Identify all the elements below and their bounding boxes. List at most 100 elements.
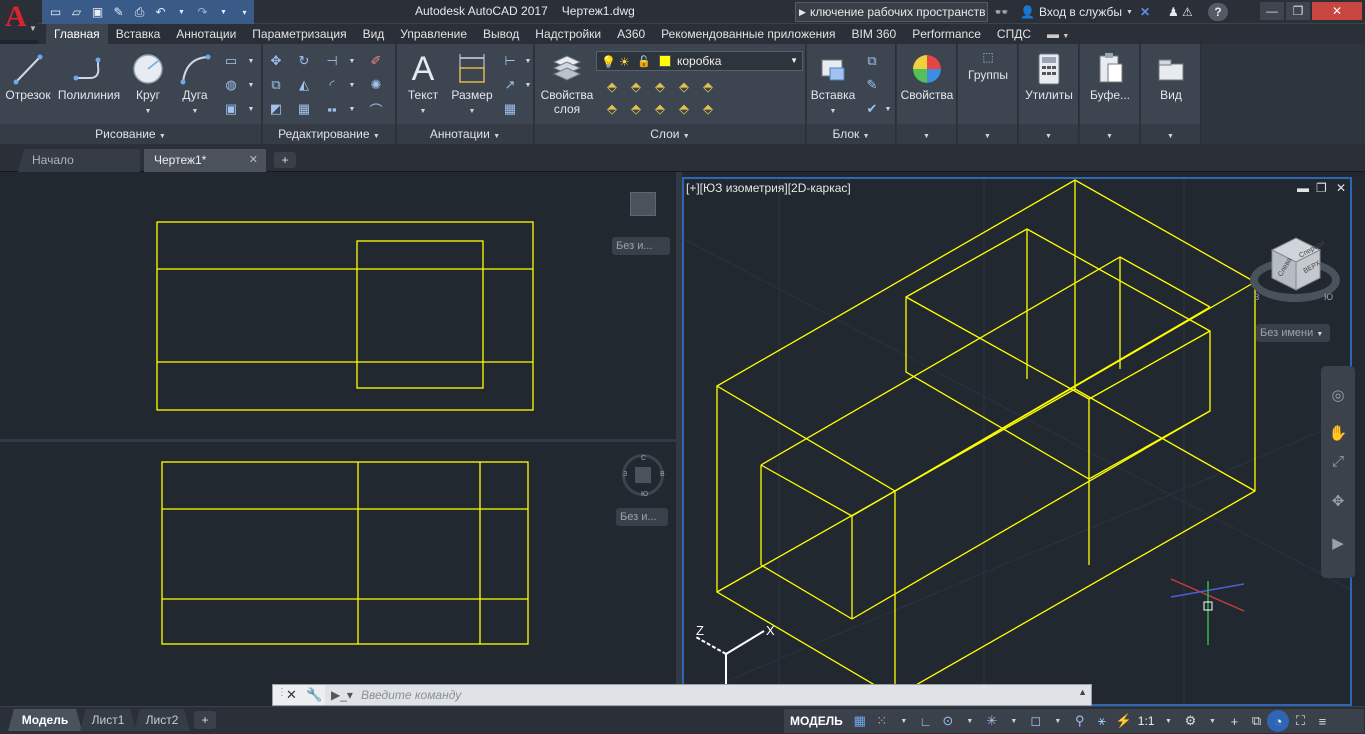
viewport-bottom-left[interactable]: С З В Ю Без и...	[0, 442, 676, 706]
close-button[interactable]: ✕	[1312, 2, 1362, 20]
chevron-down-icon[interactable]: ▼	[343, 100, 361, 118]
model-space-button[interactable]: МОДЕЛЬ	[784, 714, 849, 728]
scale-icon[interactable]: ▦	[295, 100, 313, 118]
close-tab-icon[interactable]: ✕	[249, 149, 258, 172]
tab-view[interactable]: Вид	[355, 24, 393, 44]
chevron-down-icon[interactable]: ▼	[1047, 710, 1069, 732]
command-line[interactable]: ⋮ ✕ 🔧 ▶_▾ Введите команду ▲	[272, 684, 1092, 706]
draw-panel-title[interactable]: Рисование ▼	[0, 124, 261, 144]
ucs-dropdown[interactable]: Без имени ▼	[1256, 324, 1330, 342]
command-input[interactable]: Введите команду	[361, 688, 461, 702]
chevron-down-icon[interactable]: ▼	[879, 100, 897, 118]
chevron-down-icon[interactable]: ▼	[893, 710, 915, 732]
stay-connected-icon[interactable]: ⚠	[1182, 3, 1193, 21]
line-button[interactable]: Отрезок	[4, 50, 52, 102]
zoom-extents-icon[interactable]: ⤢	[1328, 452, 1348, 472]
annotation-visibility-icon[interactable]: ⚲	[1069, 710, 1091, 732]
layer-properties-button[interactable]: Свойства слоя	[539, 50, 595, 116]
tab-sheet2[interactable]: Лист2	[134, 709, 190, 731]
undo-dropdown-icon[interactable]: ▼	[172, 2, 191, 22]
layer-tool-icon[interactable]: ⬘	[603, 100, 621, 118]
tab-bim360[interactable]: BIM 360	[844, 24, 905, 44]
command-line-handle[interactable]: ⋮ ✕ 🔧	[273, 685, 325, 705]
customization-menu-icon[interactable]: ≡	[1311, 710, 1333, 732]
insert-button[interactable]: Вставка ▼	[809, 50, 857, 116]
chevron-down-icon[interactable]: ▼	[242, 76, 260, 94]
annotation-scale-icon[interactable]: ⚡	[1113, 710, 1135, 732]
application-menu-button[interactable]: A ▼	[0, 0, 38, 40]
view-panel[interactable]: Вид ▼	[1141, 44, 1201, 144]
view-button[interactable]: Вид	[1143, 50, 1199, 102]
grid-icon[interactable]: ▦	[849, 710, 871, 732]
utilities-button[interactable]: Утилиты	[1021, 50, 1077, 102]
tab-model[interactable]: Модель	[8, 709, 82, 731]
chevron-down-icon[interactable]: ▼	[1003, 710, 1025, 732]
utilities-panel[interactable]: Утилиты ▼	[1019, 44, 1079, 144]
help-button[interactable]: ?	[1208, 3, 1228, 21]
move-icon[interactable]: ✥	[267, 52, 285, 70]
open-file-icon[interactable]: ▱	[67, 2, 86, 22]
chevron-down-icon[interactable]: ▼	[343, 52, 361, 70]
viewport-minimize-icon[interactable]: ▬	[1297, 181, 1309, 195]
tab-start[interactable]: Начало	[18, 149, 140, 172]
workspace-switch-search[interactable]: ▶ ключение рабочих пространств	[795, 2, 988, 22]
explode-icon[interactable]: ✺	[367, 76, 385, 94]
ribbon-options-button[interactable]: ▬ ▼	[1039, 24, 1077, 44]
groups-panel[interactable]: ⬚ Группы ▼	[958, 44, 1018, 144]
ucs-dropdown[interactable]: Без и...	[616, 508, 668, 526]
viewport-restore-icon[interactable]: ❐	[1316, 181, 1327, 195]
tab-sheet1[interactable]: Лист1	[80, 709, 136, 731]
groups-expand[interactable]: ▼	[958, 124, 1017, 144]
add-scale-icon[interactable]: +	[1223, 710, 1245, 732]
showmotion-icon[interactable]: ▶	[1328, 534, 1348, 554]
circle-button[interactable]: Круг ▼	[124, 50, 172, 116]
sign-in-button[interactable]: 👤 Вход в службы ▼	[1020, 3, 1133, 21]
object-snap-icon[interactable]: ◻	[1025, 710, 1047, 732]
layer-tool-icon[interactable]: ⬘	[627, 78, 645, 96]
layer-tool-icon[interactable]: ⬘	[651, 78, 669, 96]
viewport-controls-label[interactable]: [+][ЮЗ изометрия][2D-каркас]	[686, 181, 851, 195]
ortho-icon[interactable]: ∟	[915, 710, 937, 732]
viewport-top-left[interactable]: Без и...	[0, 172, 676, 440]
steering-wheel-icon[interactable]: ◎	[1328, 386, 1348, 406]
groups-button[interactable]: ⬚ Группы	[960, 46, 1016, 82]
a360-icon[interactable]: ♟	[1168, 3, 1179, 21]
auto-scale-icon[interactable]: ⚹	[1091, 710, 1113, 732]
chevron-down-icon[interactable]: ▼	[343, 76, 361, 94]
pan-icon[interactable]: ✋	[1328, 424, 1348, 444]
command-history-icon[interactable]: ▲	[1078, 687, 1087, 697]
orbit-icon[interactable]: ✥	[1328, 492, 1348, 512]
polar-tracking-icon[interactable]: ⊙	[937, 710, 959, 732]
viewport-right-active[interactable]: Z X Y [+][ЮЗ изометрия][2D-каркас] ▬ ❐ ✕…	[682, 177, 1352, 706]
isometric-drafting-icon[interactable]: ✳	[981, 710, 1003, 732]
layers-panel-title[interactable]: Слои ▼	[535, 124, 805, 144]
hardware-acceleration-icon[interactable]: ◔	[1267, 710, 1290, 732]
rotate-icon[interactable]: ↻	[295, 52, 313, 70]
workspace-gear-icon[interactable]: ⚙	[1179, 710, 1201, 732]
close-command-line-icon[interactable]: ✕	[286, 687, 297, 703]
offset-icon[interactable]: ⌒	[367, 100, 385, 118]
arc-button[interactable]: Дуга ▼	[174, 50, 216, 116]
save-icon[interactable]: ▣	[88, 2, 107, 22]
new-layout-button[interactable]: +	[194, 711, 216, 729]
tab-a360[interactable]: A360	[609, 24, 653, 44]
viewcube[interactable]: Слева Спереди ВЕРХ З Ю	[1250, 237, 1340, 309]
new-tab-button[interactable]: +	[274, 152, 296, 168]
layer-tool-icon[interactable]: ⬘	[675, 78, 693, 96]
properties-panel[interactable]: Свойства ▼	[897, 44, 957, 144]
redo-icon[interactable]: ↷	[193, 2, 212, 22]
utilities-expand[interactable]: ▼	[1019, 124, 1078, 144]
chevron-down-icon[interactable]: ▼	[242, 100, 260, 118]
tab-annotate[interactable]: Аннотации	[168, 24, 244, 44]
view-expand[interactable]: ▼	[1141, 124, 1200, 144]
properties-expand[interactable]: ▼	[897, 124, 956, 144]
tab-performance[interactable]: Performance	[904, 24, 989, 44]
clean-screen-icon[interactable]: ⛶	[1289, 710, 1311, 732]
clipboard-panel[interactable]: Буфе... ▼	[1080, 44, 1140, 144]
save-as-icon[interactable]: ✎	[109, 2, 128, 22]
tab-drawing1[interactable]: Чертеж1* ✕	[144, 149, 266, 172]
layer-tool-icon[interactable]: ⬘	[627, 100, 645, 118]
snap-icon[interactable]: ⁙	[871, 710, 893, 732]
layer-dropdown[interactable]: 💡 ☀ 🔓 коробка ▼	[596, 51, 803, 71]
isolate-objects-icon[interactable]: ⧉	[1245, 710, 1267, 732]
